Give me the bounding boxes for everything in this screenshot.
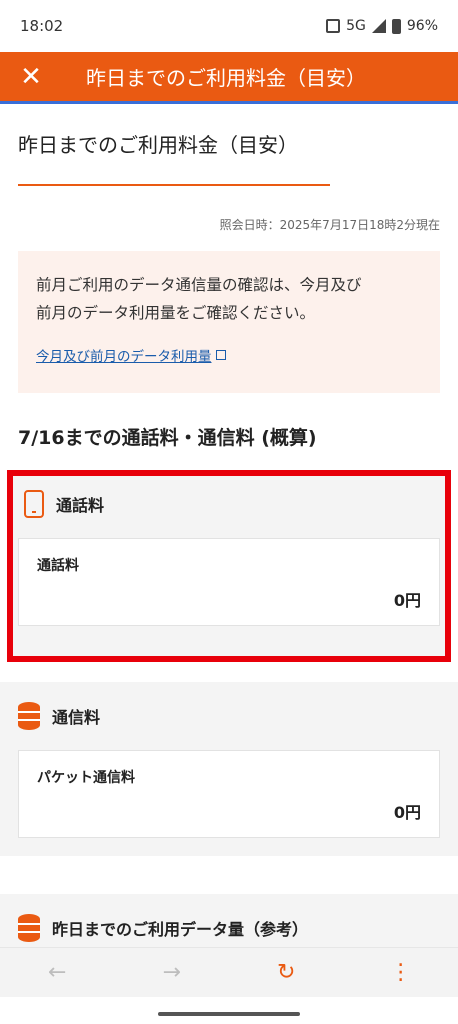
charges-section-heading: 7/16までの通話料・通信料 (概算): [18, 427, 317, 449]
vibrate-icon: [326, 19, 341, 33]
arrow-left-icon: ←: [48, 960, 67, 985]
call-charges-item-value: 0円: [393, 591, 421, 610]
packet-charges-label: パケット通信料: [37, 770, 135, 786]
call-charges-title: 通話料: [56, 496, 105, 515]
signal-icon: [371, 19, 386, 33]
data-charges-item: パケット通信料 0円: [18, 750, 440, 838]
battery-level: 96%: [406, 18, 438, 34]
database-icon: [18, 702, 40, 730]
call-charges-card: 通話料 通話料 0円: [7, 470, 451, 662]
menu-button[interactable]: ⋮: [376, 953, 426, 993]
inquiry-timestamp: 照会日時：2025年7月17日18時2分現在: [219, 218, 440, 232]
app-header: ✕ 昨日までのご利用料金（目安）: [0, 52, 458, 104]
data-usage-notice: 前月ご利用のデータ通信量の確認は、今月及び 前月のデータ利用量をご確認ください。…: [18, 251, 440, 393]
notice-line-2: 前月のデータ利用量をご確認ください。: [36, 304, 316, 322]
notice-line-1: 前月ご利用のデータ通信量の確認は、今月及び: [36, 276, 362, 294]
phone-icon: [24, 490, 44, 518]
reload-icon: ↻: [277, 960, 296, 985]
data-charges-header: 通信料: [18, 696, 440, 736]
data-usage-title: 昨日までのご利用データ量（参考）: [52, 920, 309, 939]
external-link-icon: [215, 350, 226, 360]
arrow-right-icon: →: [162, 960, 181, 985]
data-charges-card: 通信料 パケット通信料 0円: [0, 682, 458, 856]
call-charges-item: 通話料 0円: [18, 538, 440, 626]
data-usage-header: 昨日までのご利用データ量（参考）: [18, 908, 440, 947]
close-button[interactable]: ✕: [0, 51, 62, 103]
browser-nav-bar: ← → ↻ ⋮: [0, 947, 458, 997]
main-content[interactable]: 昨日までのご利用料金（目安） 照会日時：2025年7月17日18時2分現在 前月…: [0, 107, 458, 947]
close-icon: ✕: [20, 61, 42, 92]
packet-charges-value: 0円: [393, 803, 421, 822]
reload-button[interactable]: ↻: [261, 953, 311, 993]
data-usage-card: 昨日までのご利用データ量（参考）: [0, 894, 458, 947]
data-charges-title: 通信料: [52, 708, 101, 727]
gesture-bar: [158, 1012, 300, 1016]
forward-button[interactable]: →: [147, 953, 197, 993]
status-time: 18:02: [20, 17, 64, 35]
page-title: 昨日までのご利用料金（目安）: [18, 133, 298, 157]
header-title: 昨日までのご利用料金（目安）: [86, 66, 366, 90]
back-button[interactable]: ←: [32, 953, 82, 993]
more-vert-icon: ⋮: [389, 960, 412, 985]
database-icon: [18, 914, 40, 942]
battery-icon: [391, 18, 401, 34]
network-label: 5G: [346, 18, 366, 34]
page-title-block: 昨日までのご利用料金（目安）: [0, 107, 458, 186]
status-icons: 5G 96%: [326, 18, 438, 34]
data-usage-link[interactable]: 今月及び前月のデータ利用量: [36, 345, 226, 365]
status-bar: 18:02 5G 96%: [0, 0, 458, 52]
data-usage-link-label: 今月及び前月のデータ利用量: [36, 349, 212, 365]
call-charges-item-label: 通話料: [37, 558, 79, 574]
call-charges-header: 通話料: [18, 484, 440, 524]
